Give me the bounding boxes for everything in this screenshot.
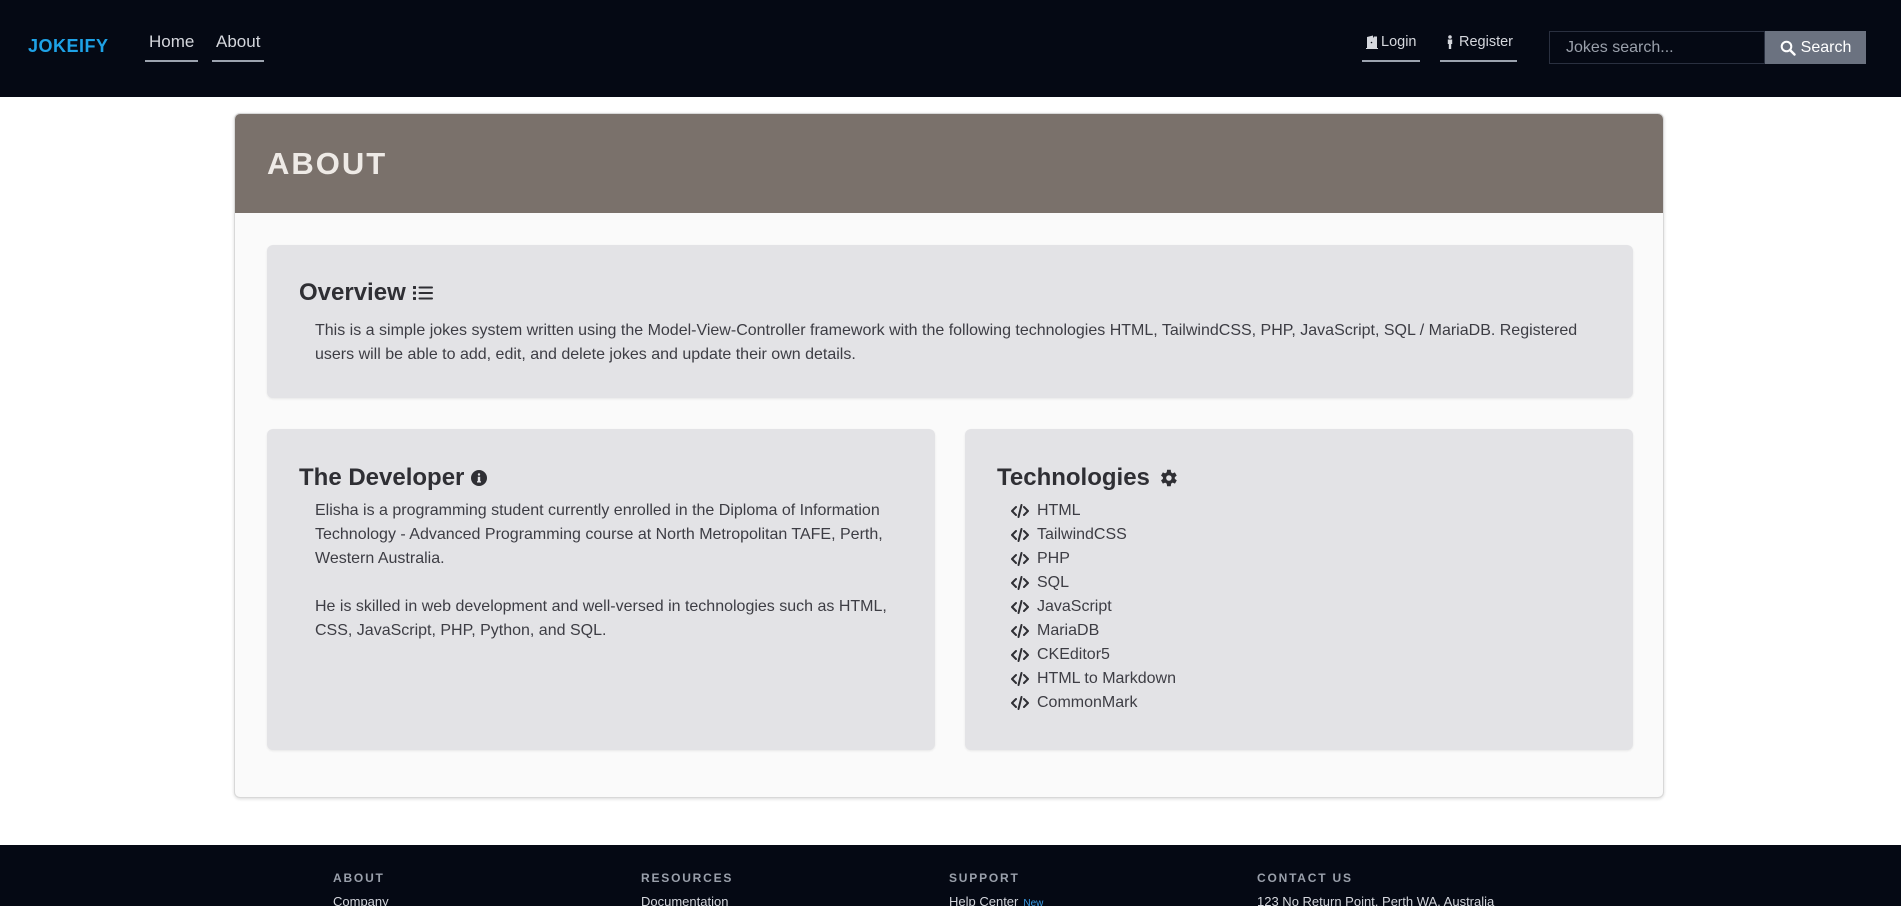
code-icon: [1011, 672, 1029, 686]
technologies-heading: Technologies: [997, 464, 1179, 492]
footer-heading: SUPPORT: [949, 871, 1020, 885]
developer-heading: The Developer: [299, 464, 488, 492]
footer-heading: ABOUT: [333, 871, 385, 885]
tech-label: CommonMark: [1037, 694, 1138, 711]
list-item: JavaScript: [1011, 595, 1176, 619]
code-icon: [1011, 576, 1029, 590]
site-footer: ABOUT Company RESOURCES Documentation SU…: [0, 845, 1901, 906]
developer-panel: The Developer Elisha is a programming st…: [267, 429, 935, 750]
page-header: ABOUT: [235, 114, 1663, 213]
tech-label: HTML: [1037, 502, 1081, 519]
door-open-icon: [1366, 35, 1378, 49]
tech-label: MariaDB: [1037, 622, 1100, 639]
code-icon: [1011, 504, 1029, 518]
nav-home-link[interactable]: Home: [145, 32, 199, 62]
overview-text: This is a simple jokes system written us…: [315, 322, 1578, 363]
list-item: HTML: [1011, 499, 1176, 523]
nav-about-link[interactable]: About: [212, 32, 265, 62]
page-title: ABOUT: [267, 146, 388, 181]
footer-column-contact: CONTACT US 123 No Return Point, Perth WA…: [1257, 871, 1494, 906]
info-circle-icon: [471, 470, 488, 486]
technologies-list: HTML TailwindCSS PHP SQL JavaScript Mari…: [1011, 499, 1176, 715]
new-badge: New: [1023, 898, 1044, 906]
footer-link-documentation[interactable]: Documentation: [641, 894, 733, 906]
footer-link-company[interactable]: Company: [333, 894, 389, 906]
tech-label: CKEditor5: [1037, 646, 1110, 663]
tech-label: PHP: [1037, 550, 1070, 567]
footer-column-resources: RESOURCES Documentation: [641, 871, 733, 906]
gear-icon: [1160, 469, 1177, 487]
about-card: ABOUT Overview This is a simple jokes sy…: [234, 113, 1664, 798]
developer-paragraph-1: Elisha is a programming student currentl…: [315, 502, 883, 567]
overview-panel: Overview This is a simple jokes system w…: [267, 245, 1633, 398]
register-label: Register: [1459, 34, 1513, 50]
top-navbar: JOKEIFY Home About Login Register Search: [0, 0, 1901, 97]
tech-label: JavaScript: [1037, 598, 1112, 615]
footer-heading: CONTACT US: [1257, 871, 1353, 885]
technologies-heading-text: Technologies: [997, 464, 1150, 491]
search-icon: [1780, 40, 1796, 56]
search-button-label: Search: [1800, 38, 1852, 56]
search-input[interactable]: [1549, 31, 1765, 64]
footer-contact-address[interactable]: 123 No Return Point, Perth WA, Australia: [1257, 894, 1494, 906]
list-item: SQL: [1011, 571, 1176, 595]
code-icon: [1011, 552, 1029, 566]
tech-label: SQL: [1037, 574, 1070, 591]
code-icon: [1011, 624, 1029, 638]
footer-heading: RESOURCES: [641, 871, 734, 885]
list-item: MariaDB: [1011, 619, 1176, 643]
register-link[interactable]: Register: [1440, 34, 1517, 62]
overview-heading: Overview: [299, 279, 433, 307]
list-item: CommonMark: [1011, 691, 1176, 715]
code-icon: [1011, 528, 1029, 542]
search-button[interactable]: Search: [1765, 31, 1866, 64]
tech-label: TailwindCSS: [1037, 526, 1127, 543]
login-label: Login: [1381, 34, 1417, 50]
code-icon: [1011, 648, 1029, 662]
help-center-label: Help Center: [949, 894, 1019, 906]
list-item: TailwindCSS: [1011, 523, 1176, 547]
brand-logo[interactable]: JOKEIFY: [28, 36, 109, 57]
person-icon: [1447, 35, 1453, 49]
technologies-panel: Technologies HTML TailwindCSS PHP SQL Ja…: [965, 429, 1633, 750]
code-icon: [1011, 696, 1029, 710]
list-item: PHP: [1011, 547, 1176, 571]
footer-column-about: ABOUT Company: [333, 871, 389, 906]
footer-column-support: SUPPORT Help Center New: [949, 871, 1043, 906]
footer-link-help-center[interactable]: Help Center New: [949, 894, 1043, 906]
search-form: Search: [1549, 31, 1866, 64]
list-item: HTML to Markdown: [1011, 667, 1176, 691]
list-item: CKEditor5: [1011, 643, 1176, 667]
code-icon: [1011, 600, 1029, 614]
login-link[interactable]: Login: [1362, 34, 1421, 62]
overview-heading-text: Overview: [299, 279, 406, 306]
list-icon: [412, 286, 433, 300]
developer-paragraph-2: He is skilled in web development and wel…: [315, 598, 887, 639]
developer-heading-text: The Developer: [299, 464, 465, 491]
tech-label: HTML to Markdown: [1037, 670, 1176, 687]
